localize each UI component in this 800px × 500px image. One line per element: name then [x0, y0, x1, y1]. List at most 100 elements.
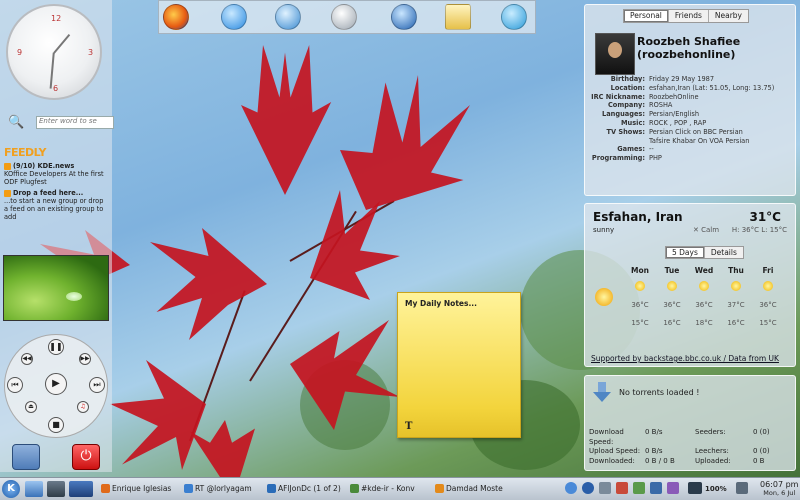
power-icon[interactable]: ⏻ [72, 444, 100, 470]
forecast-day-name: Mon [631, 266, 649, 275]
weather-source-link[interactable]: Supported by backstage.bbc.co.uk / Data … [591, 354, 779, 363]
feed-item[interactable]: (9/10) KDE.news KOffice Developers At th… [4, 162, 108, 186]
profile-value: Tafsire Khabar On VOA Persian [649, 136, 750, 145]
search-widget: 🔍 Enter word to se [8, 115, 114, 131]
sticky-note[interactable]: My Daily Notes... T [397, 292, 521, 438]
notification-icon[interactable] [616, 482, 628, 494]
forecast-low: 16°C [727, 319, 745, 327]
download-arrow-icon [593, 382, 611, 402]
kde-menu-icon[interactable]: K [2, 480, 20, 498]
profile-key: Programming: [591, 154, 645, 163]
task-button[interactable]: RT @lorlyagam [183, 481, 261, 497]
update-count-icon[interactable] [582, 482, 594, 494]
lock-screen-icon[interactable] [12, 444, 40, 470]
eject-button[interactable]: ⏏ [25, 401, 37, 413]
forecast-day-name: Thu [728, 266, 744, 275]
next-button[interactable]: ⏭ [89, 377, 105, 393]
volume-button[interactable]: ♫ [77, 401, 89, 413]
stop-button[interactable]: ■ [48, 417, 64, 433]
tab-details[interactable]: Details [705, 247, 743, 258]
tab-personal[interactable]: Personal [624, 10, 669, 22]
taskbar-clock[interactable]: 06:07 pm Mon, 6 Jul [760, 480, 798, 498]
chat-tray-icon[interactable] [667, 482, 679, 494]
forecast-day: Wed 36°C 18°C [689, 266, 719, 327]
profile-value: ROSHA [649, 101, 673, 110]
screen-icon[interactable] [688, 482, 702, 494]
feed-item-title: Drop a feed here... [13, 189, 84, 197]
fast-forward-button[interactable]: ▶▶ [79, 353, 91, 365]
taskbar: K Enrique Iglesias RT @lorlyagam AFlJonD… [0, 477, 800, 500]
torrent-status-message: No torrents loaded ! [619, 388, 700, 397]
desktop-pager-icon[interactable] [69, 481, 93, 497]
forecast-low: 15°C [631, 319, 649, 327]
play-button[interactable]: ▶ [45, 373, 67, 395]
forecast-high: 36°C [663, 301, 681, 309]
text-format-icon[interactable]: T [405, 421, 412, 432]
forecast-high: 36°C [631, 301, 649, 309]
tab-5-days[interactable]: 5 Days [666, 247, 705, 258]
stat-value: 0 (0) [753, 447, 770, 455]
stat-value: 0 B/s [645, 447, 663, 455]
stat-value: 0 B [753, 456, 765, 465]
tab-nearby[interactable]: Nearby [709, 10, 748, 22]
rss-icon [4, 162, 11, 170]
bluetooth-icon[interactable] [565, 482, 577, 494]
profile-value: PHP [649, 154, 662, 163]
profile-value: Persian/English [649, 110, 700, 119]
clock-date: Mon, 6 Jul [763, 489, 796, 497]
battery-level[interactable]: 100% [705, 481, 727, 497]
session-buttons: ⏻ [12, 444, 102, 470]
messenger-icon[interactable] [331, 4, 357, 30]
profile-row: Music: ROCK , POP , RAP [589, 119, 793, 128]
pause-button[interactable]: ❚❚ [48, 339, 64, 355]
task-button[interactable]: Damdad Moste [434, 481, 514, 497]
network-icon[interactable] [599, 482, 611, 494]
skype-icon[interactable] [650, 482, 662, 494]
profile-tabs: Personal Friends Nearby [623, 9, 749, 23]
profile-row: IRC Nickname: RoozbehOnline [589, 93, 793, 102]
search-icon[interactable]: 🔍 [8, 115, 24, 130]
profile-key [589, 137, 649, 146]
weather-widget: Esfahan, Iran 31°C sunny ✕ Calm H: 36°C … [584, 203, 796, 367]
task-button[interactable]: #kde-ir - Konv [349, 481, 429, 497]
search-input[interactable]: Enter word to se [36, 116, 114, 129]
torrent-widget: No torrents loaded ! Download Speed: 0 B… [584, 375, 796, 471]
rewind-button[interactable]: ◀◀ [21, 353, 33, 365]
forecast-day-name: Wed [694, 266, 714, 275]
network-globe-icon[interactable] [221, 4, 247, 30]
profile-details: Birthday: Friday 29 May 1987 Location: esf… [589, 75, 793, 163]
previous-button[interactable]: ⏮ [7, 377, 23, 393]
forecast-low: 16°C [663, 319, 681, 327]
notes-folder-icon[interactable] [445, 4, 471, 30]
task-button[interactable]: AFlJonDc (1 of 2) [266, 481, 344, 497]
chat-bubble-icon[interactable] [275, 4, 301, 30]
feed-item[interactable]: Drop a feed here... ...to start a new gr… [4, 189, 108, 221]
clock-numeral-12: 12 [51, 14, 62, 23]
profile-row: Languages: Persian/English [589, 110, 793, 119]
profile-row: Games: -- [589, 145, 793, 154]
weather-condition: sunny [593, 226, 615, 234]
wind-icon: ✕ [693, 226, 699, 234]
volume-icon[interactable] [736, 482, 748, 494]
photo-frame [3, 255, 109, 321]
forecast-high: 36°C [759, 301, 777, 309]
profile-row: Birthday: Friday 29 May 1987 [589, 75, 793, 84]
firefox-icon[interactable] [163, 4, 189, 30]
profile-row: Location: esfahan,Iran (Lat: 51.05, Long:… [589, 84, 793, 93]
stat-label: Seeders: [695, 428, 726, 436]
profile-username: (roozbehonline) [637, 48, 736, 61]
task-button[interactable]: Enrique Iglesias [100, 481, 178, 497]
konsole-icon[interactable] [47, 481, 65, 497]
profile-key: Location: [610, 83, 645, 92]
clock-hour-hand [53, 33, 71, 54]
profile-full-name: Roozbeh Shafiee [637, 35, 741, 48]
profile-value: -- [649, 145, 654, 154]
tab-friends[interactable]: Friends [669, 10, 709, 22]
home-folder-icon[interactable] [25, 481, 43, 497]
profile-name: Roozbeh Shafiee (roozbehonline) [637, 35, 740, 61]
profile-key: Birthday: [610, 75, 645, 83]
twitter-bird-icon[interactable] [501, 4, 527, 30]
clipboard-icon[interactable] [633, 482, 645, 494]
feed-item-text: ...to start a new group or drop a feed o… [4, 197, 104, 221]
dolphin-icon[interactable] [391, 4, 417, 30]
